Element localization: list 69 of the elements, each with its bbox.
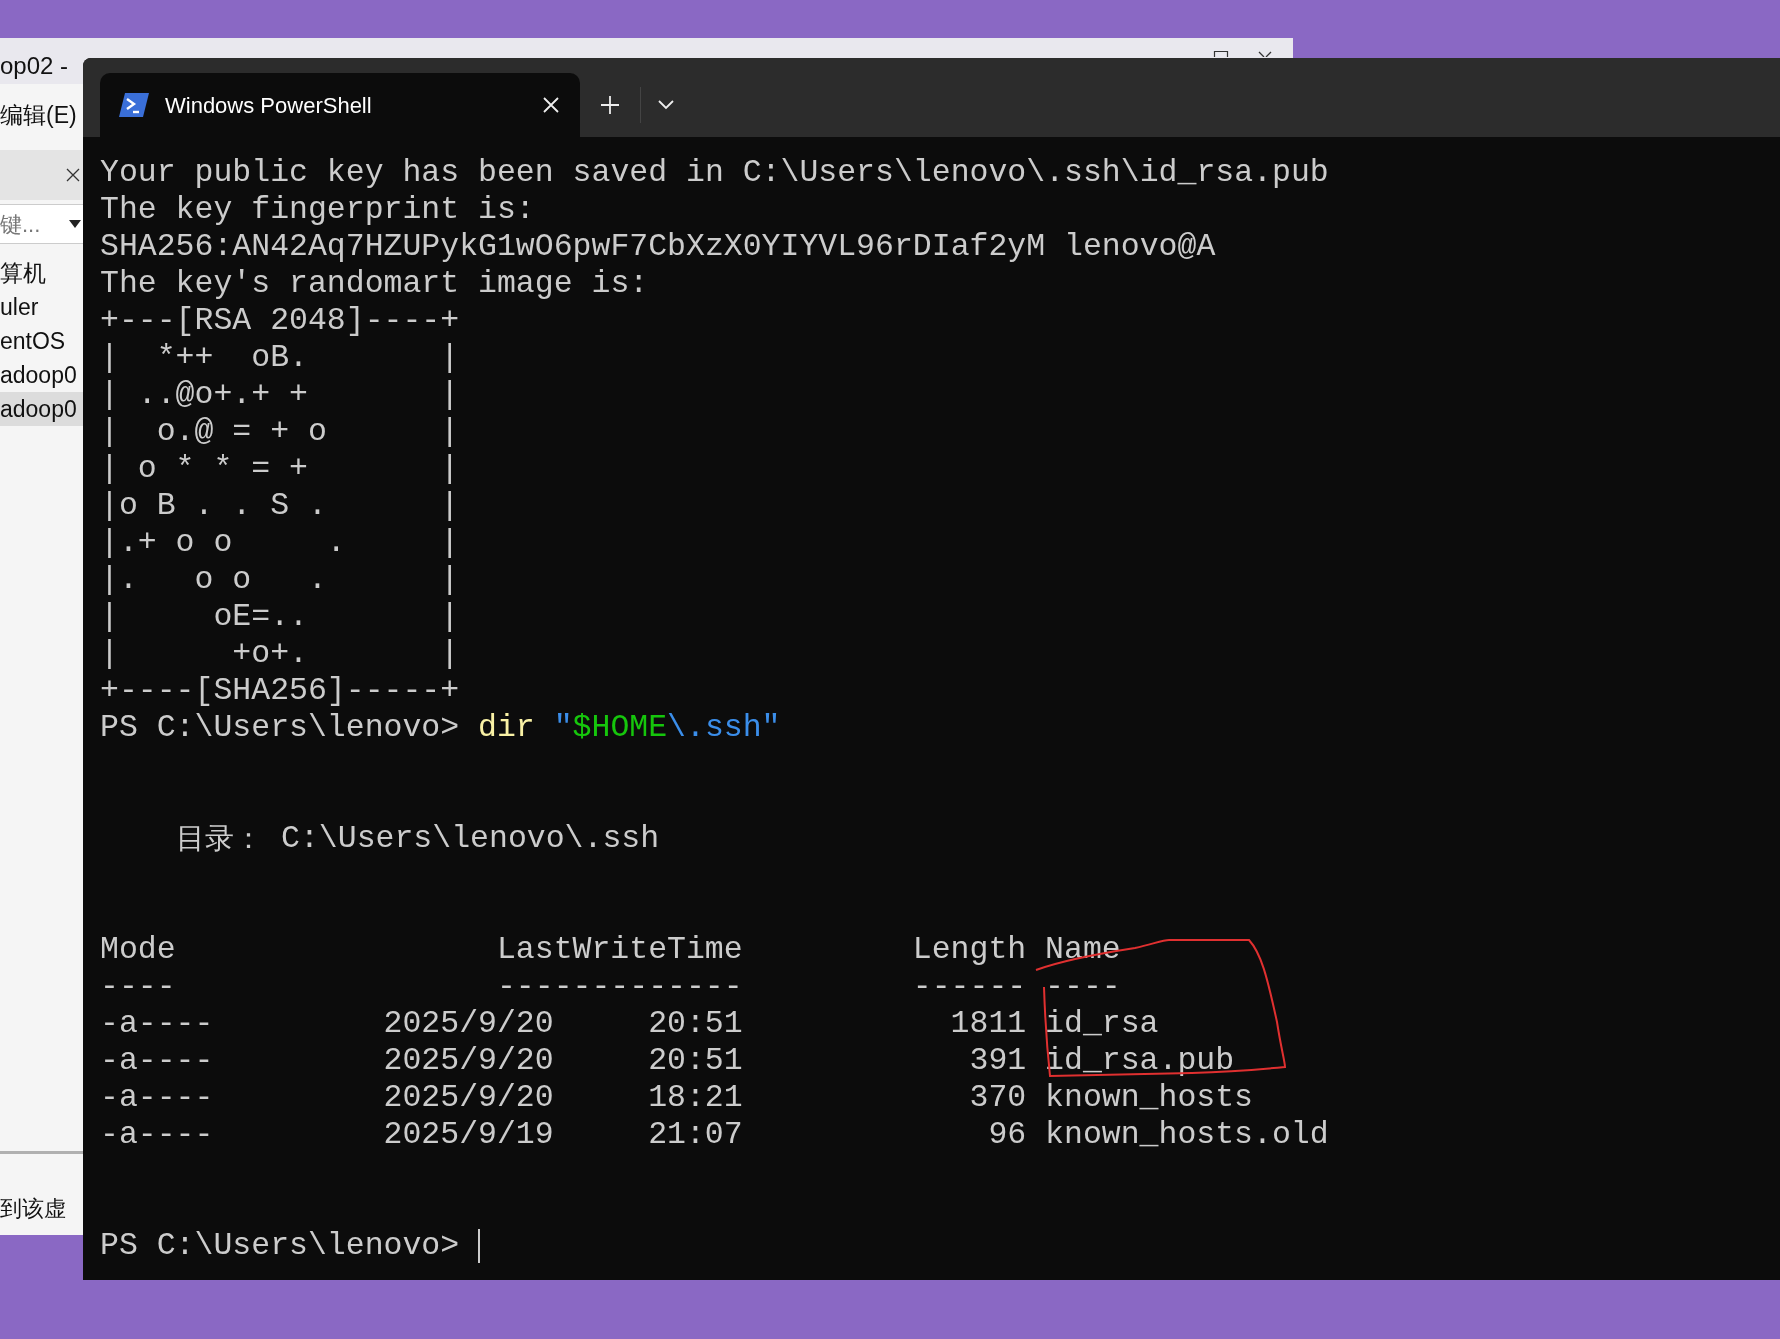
table-cell-text: 2025/9/20 bbox=[383, 1041, 554, 1080]
column-header: Length bbox=[912, 930, 1027, 969]
text-cursor bbox=[478, 1228, 481, 1263]
table-cell-text: 1811 bbox=[950, 1004, 1027, 1043]
column-header: ------------- bbox=[496, 967, 743, 1006]
table-cell-text: 20:51 bbox=[648, 1004, 743, 1043]
table-cell-text: 21:07 bbox=[648, 1115, 743, 1154]
command-token: $HOME bbox=[572, 708, 668, 747]
window-title: op02 - bbox=[0, 51, 69, 81]
table-cell-text: 96 bbox=[988, 1115, 1027, 1154]
command-token: dir bbox=[478, 708, 535, 747]
terminal-line: +----[SHA256]-----+ bbox=[100, 671, 460, 710]
tab-title: Windows PowerShell bbox=[165, 91, 373, 120]
column-header: ---- bbox=[100, 967, 177, 1006]
table-cell-text: 18:21 bbox=[648, 1078, 743, 1117]
terminal-line: | oE=.. | bbox=[100, 597, 460, 636]
column-header: ---- bbox=[1045, 967, 1121, 1006]
terminal-icon bbox=[118, 92, 150, 118]
dropdown-icon[interactable] bbox=[69, 220, 81, 228]
terminal-line: | *++ oB. | bbox=[100, 338, 460, 377]
terminal-tab[interactable]: Windows PowerShell bbox=[100, 73, 580, 137]
table-cell-text: -a---- bbox=[100, 1078, 214, 1117]
command-token: \.ssh" bbox=[667, 708, 781, 747]
column-header: LastWriteTime bbox=[496, 930, 743, 969]
terminal-line: | +o+. | bbox=[100, 634, 460, 673]
table-cell-text: -a---- bbox=[100, 1115, 214, 1154]
maximize-icon[interactable] bbox=[1213, 50, 1229, 57]
terminal-line: The key's randomart image is: bbox=[100, 264, 649, 303]
terminal-line: |. o o . | bbox=[100, 560, 460, 599]
column-header: Mode bbox=[100, 930, 177, 969]
status-text: 到该虚 bbox=[0, 1195, 67, 1223]
column-header: Name bbox=[1045, 930, 1121, 969]
table-cell-text: 391 bbox=[969, 1041, 1027, 1080]
library-item[interactable]: adoop0 bbox=[0, 392, 83, 426]
directory-label: 目录： bbox=[175, 819, 263, 857]
table-cell-text: 370 bbox=[969, 1078, 1027, 1117]
column-header: ------ bbox=[912, 967, 1027, 1006]
prompt: PS C:\Users\lenovo> bbox=[100, 1226, 460, 1265]
table-cell-text: -a---- bbox=[100, 1041, 214, 1080]
plus-icon bbox=[600, 95, 620, 115]
table-cell-text: 2025/9/19 bbox=[383, 1115, 554, 1154]
command-token: " bbox=[552, 708, 573, 747]
directory-path: C:\Users\lenovo\.ssh bbox=[281, 819, 660, 858]
table-cell-text: known_hosts bbox=[1045, 1078, 1254, 1117]
chevron-down-icon bbox=[658, 100, 674, 110]
table-cell-text: id_rsa bbox=[1045, 1004, 1159, 1043]
table-cell-text: known_hosts.old bbox=[1045, 1115, 1329, 1154]
terminal-line: |.+ o o . | bbox=[100, 523, 460, 562]
prompt: PS C:\Users\lenovo> bbox=[100, 708, 460, 747]
terminal-line: The key fingerprint is: bbox=[100, 190, 535, 229]
table-cell-text: 2025/9/20 bbox=[383, 1004, 554, 1043]
close-icon[interactable] bbox=[1257, 50, 1273, 57]
library-item[interactable]: entOS bbox=[0, 324, 83, 358]
terminal-line: SHA256:AN42Aq7HZUPykG1wO6pwF7CbXzX0YIYVL96rDIaf2yM lenovo@A bbox=[100, 227, 1216, 266]
menu-item[interactable]: 编辑(E) bbox=[0, 97, 77, 133]
terminal-line: | ..@o+.+ + | bbox=[100, 375, 460, 414]
table-cell-text: -a---- bbox=[100, 1004, 214, 1043]
table-cell-text: 2025/9/20 bbox=[383, 1078, 554, 1117]
library-item[interactable]: uler bbox=[0, 290, 83, 324]
search-field[interactable]: 键... bbox=[0, 204, 83, 244]
terminal-line: | o * * = + | bbox=[100, 449, 460, 488]
table-cell-text: 20:51 bbox=[648, 1041, 743, 1080]
library-item[interactable]: 算机 bbox=[0, 256, 83, 290]
terminal-line: Your public key has been saved in C:\Users\lenovo\.ssh\id_rsa.pub bbox=[100, 153, 1329, 192]
library-item[interactable]: adoop0 bbox=[0, 358, 83, 392]
terminal-line: +---[RSA 2048]----+ bbox=[100, 301, 460, 340]
terminal-line: |o B . . S . | bbox=[100, 486, 460, 525]
close-icon[interactable] bbox=[65, 167, 81, 183]
terminal-line: | o.@ = + o | bbox=[100, 412, 460, 451]
